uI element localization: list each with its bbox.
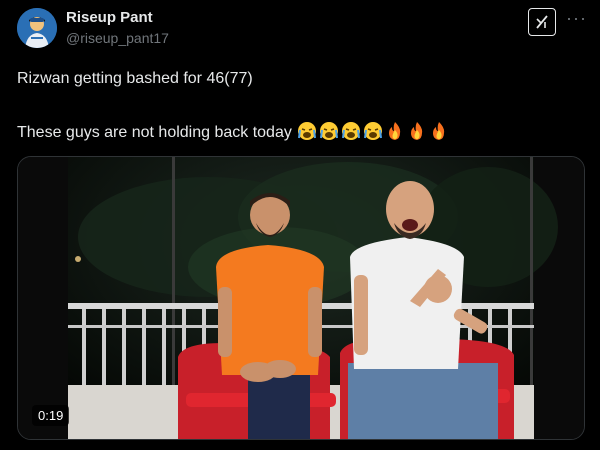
video-player[interactable] bbox=[17, 156, 585, 440]
crying-face-icon bbox=[320, 122, 339, 140]
video-duration-badge: 0:19 bbox=[32, 405, 70, 426]
crying-face-icon bbox=[364, 122, 383, 140]
fire-icon bbox=[389, 122, 401, 140]
tweet-text-line-1: Rizwan getting bashed for 46(77) bbox=[17, 70, 253, 87]
video-frame bbox=[18, 157, 584, 439]
display-name[interactable]: Riseup Pant bbox=[66, 9, 153, 26]
fire-icon bbox=[433, 122, 445, 140]
avatar[interactable] bbox=[17, 8, 57, 48]
fire-icon bbox=[411, 122, 423, 140]
avatar-cartoon-icon bbox=[17, 8, 57, 48]
crying-face-icon bbox=[298, 122, 317, 140]
more-options-icon[interactable]: ··· bbox=[566, 8, 587, 29]
tweet-text-line-2: These guys are not holding back today bbox=[17, 121, 450, 142]
tweet-text: These guys are not holding back today bbox=[17, 124, 292, 141]
grok-icon[interactable] bbox=[528, 8, 556, 36]
emoji-row bbox=[296, 122, 450, 141]
crying-face-icon bbox=[342, 122, 361, 140]
user-handle[interactable]: @riseup_pant17 bbox=[66, 30, 169, 46]
